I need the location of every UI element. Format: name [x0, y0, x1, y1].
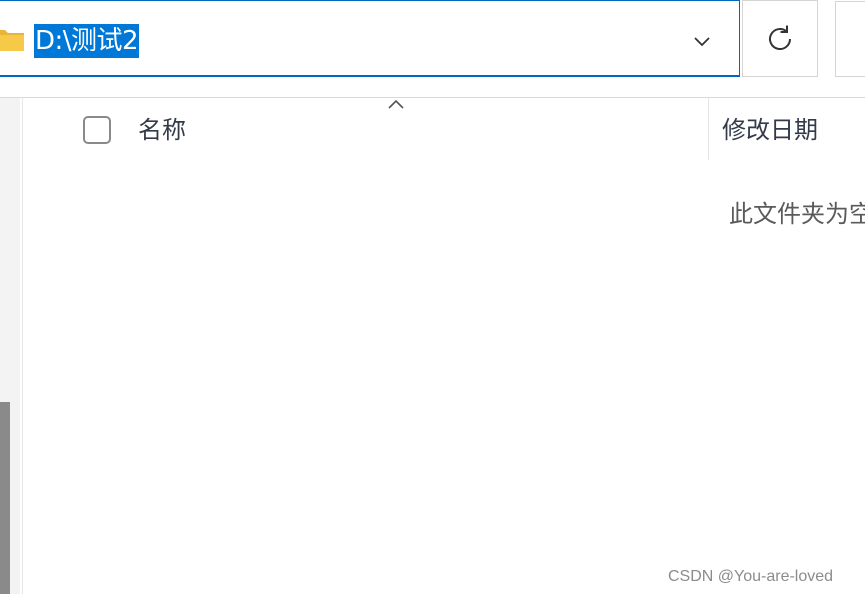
- empty-folder-message: 此文件夹为空。: [729, 200, 865, 228]
- sort-ascending-icon: [388, 99, 404, 109]
- refresh-icon: [769, 25, 791, 50]
- toolbar-divider: [0, 97, 865, 98]
- refresh-button[interactable]: [742, 0, 818, 77]
- file-explorer-window: D:\测试2 名称 修改日期 此文件夹为空。 CSDN @You-are-lov…: [0, 0, 865, 594]
- column-header-name[interactable]: 名称: [138, 112, 186, 148]
- navigation-pane-scrollbar[interactable]: [0, 402, 10, 594]
- pane-divider[interactable]: [22, 98, 23, 594]
- column-resize-handle[interactable]: [708, 98, 709, 160]
- select-all-checkbox[interactable]: [83, 116, 111, 144]
- watermark: CSDN @You-are-loved: [668, 568, 834, 585]
- folder-icon: [0, 30, 24, 51]
- address-bar[interactable]: D:\测试2: [0, 0, 740, 77]
- search-box[interactable]: [835, 1, 865, 77]
- address-path-text[interactable]: D:\测试2: [34, 24, 140, 58]
- chevron-down-icon[interactable]: [690, 31, 714, 51]
- column-header-date-modified[interactable]: 修改日期: [722, 112, 818, 148]
